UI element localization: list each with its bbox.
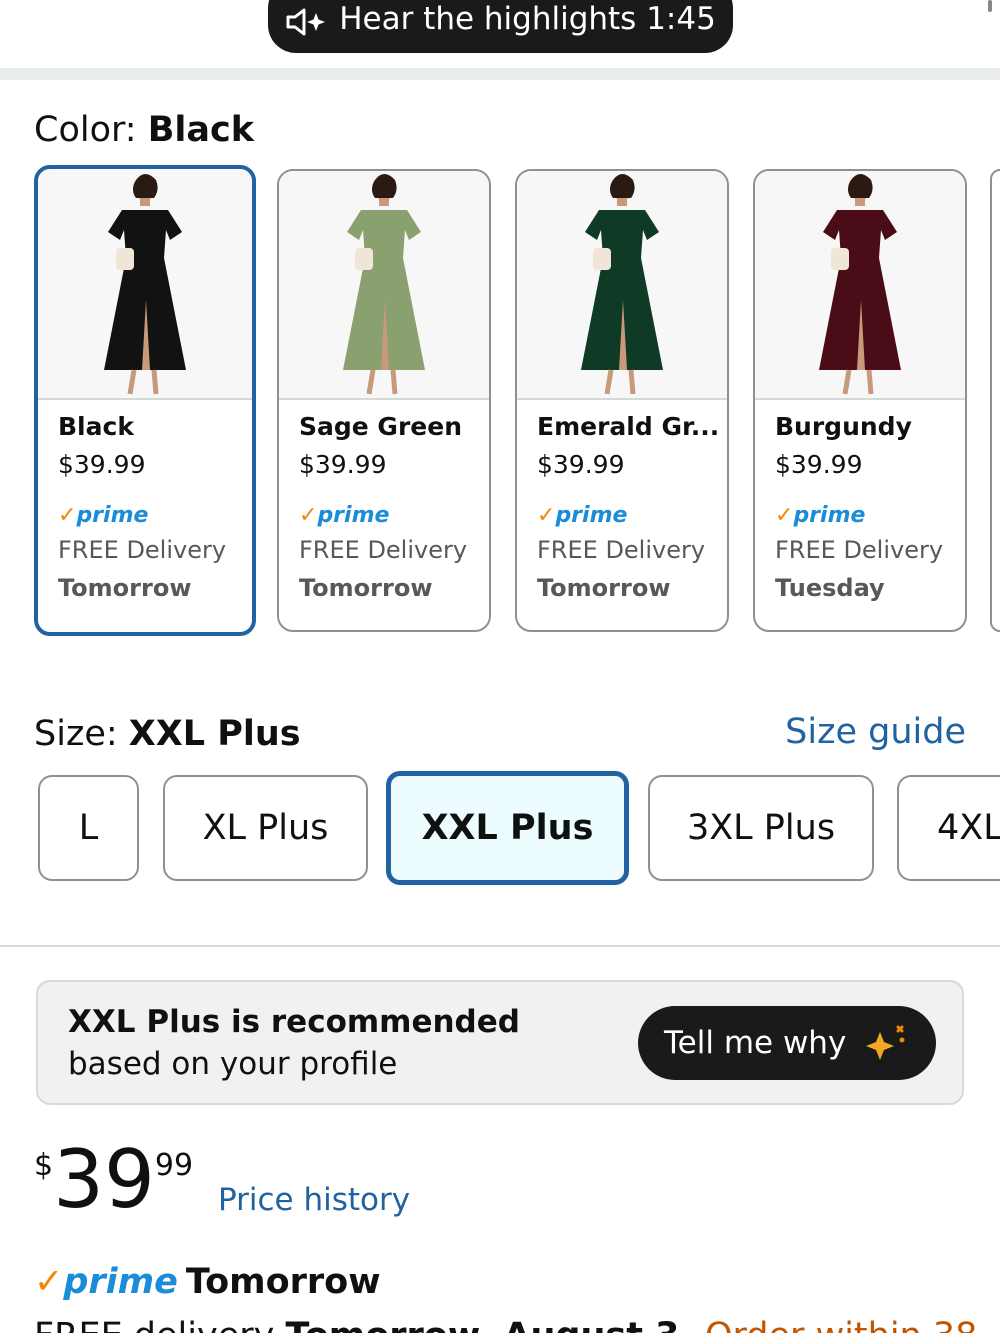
prime-badge: ✓ prime — [58, 490, 252, 536]
prime-logo: prime — [317, 502, 390, 528]
price-fraction: 99 — [154, 1148, 194, 1183]
product-image — [517, 171, 727, 400]
color-option-price: $39.99 — [537, 450, 625, 479]
color-heading-prefix: Color: — [34, 110, 148, 150]
size-option-label: 4XL — [937, 808, 1000, 848]
size-heading-prefix: Size: — [34, 714, 129, 754]
size-option-label: XXL Plus — [421, 808, 594, 848]
prime-badge: ✓ prime — [299, 490, 489, 536]
color-swatch-black[interactable]: Black $39.99 ✓ prime FREE Delivery Tomorrow — [34, 165, 256, 636]
order-within-text: Order within 38 — [705, 1316, 977, 1333]
product-image — [38, 169, 252, 400]
hear-highlights-button[interactable]: Hear the highlights 1:45 — [268, 0, 733, 53]
color-swatch-partial[interactable] — [990, 169, 1000, 632]
tell-me-why-button[interactable]: Tell me why — [638, 1006, 936, 1080]
prime-delivery-day: Tomorrow — [185, 1262, 381, 1302]
prime-logo: prime — [555, 502, 628, 528]
color-option-name: Emerald Gr... — [537, 412, 720, 441]
product-image — [755, 171, 965, 400]
delivery-text: FREE Delivery — [537, 536, 706, 564]
free-delivery-date: Tomorrow, August 3. — [285, 1316, 705, 1333]
size-option-xxl-plus[interactable]: XXL Plus — [386, 771, 629, 885]
section-divider — [0, 68, 1000, 80]
color-option-price: $39.99 — [299, 450, 387, 479]
prime-check-icon: ✓ — [537, 502, 556, 528]
price-history-link[interactable]: Price history — [218, 1182, 410, 1218]
color-option-price: $39.99 — [775, 450, 863, 479]
color-swatch-emerald-gr[interactable]: Emerald Gr... $39.99 ✓ prime FREE Delivery To… — [515, 169, 729, 632]
color-option-name: Sage Green — [299, 412, 462, 441]
delivery-day: Tomorrow — [58, 574, 192, 602]
color-option-name: Black — [58, 412, 134, 441]
prime-badge: ✓ prime — [775, 490, 965, 536]
size-option-xl-plus[interactable]: XL Plus — [163, 775, 368, 881]
delivery-day: Tuesday — [775, 574, 885, 602]
color-selected-value: Black — [147, 110, 255, 150]
prime-delivery-line: ✓ prime Tomorrow — [34, 1262, 381, 1302]
recommendation-subtitle: based on your profile — [68, 1046, 398, 1082]
size-option-l[interactable]: L — [38, 775, 139, 881]
color-heading: Color: Black — [34, 110, 254, 150]
free-delivery-text: FREE delivery — [34, 1316, 285, 1333]
product-image — [279, 171, 489, 400]
delivery-day: Tomorrow — [299, 574, 433, 602]
speaker-sparkle-icon — [285, 7, 327, 37]
price-display: $ 39 99 — [34, 1140, 193, 1220]
delivery-text: FREE Delivery — [299, 536, 468, 564]
delivery-day: Tomorrow — [537, 574, 671, 602]
prime-check-icon: ✓ — [34, 1262, 64, 1302]
size-guide-link[interactable]: Size guide — [785, 712, 966, 752]
free-delivery-line: FREE delivery Tomorrow, August 3. Order … — [34, 1316, 977, 1333]
color-swatch-sage-green[interactable]: Sage Green $39.99 ✓ prime FREE Delivery Tomor… — [277, 169, 491, 632]
scrollbar-thumb[interactable] — [988, 0, 992, 12]
size-selected-value: XXL Plus — [128, 714, 301, 754]
color-option-name: Burgundy — [775, 412, 912, 441]
prime-logo: prime — [76, 502, 149, 528]
prime-logo: prime — [793, 502, 866, 528]
hear-highlights-label: Hear the highlights 1:45 — [339, 1, 716, 37]
size-option-3xl-plus[interactable]: 3XL Plus — [648, 775, 874, 881]
price-currency: $ — [34, 1148, 54, 1183]
prime-logo: prime — [63, 1262, 178, 1302]
tell-me-why-label: Tell me why — [664, 1025, 847, 1061]
size-heading: Size: XXL Plus — [34, 714, 301, 754]
prime-check-icon: ✓ — [775, 502, 794, 528]
color-swatch-burgundy[interactable]: Burgundy $39.99 ✓ prime FREE Delivery Tuesday — [753, 169, 967, 632]
delivery-text: FREE Delivery — [775, 536, 944, 564]
size-option-4xl[interactable]: 4XL — [897, 775, 1000, 881]
color-option-price: $39.99 — [58, 450, 146, 479]
size-recommendation-card: XXL Plus is recommended based on your pr… — [36, 980, 964, 1105]
section-divider — [0, 945, 1000, 947]
price-whole: 39 — [53, 1133, 155, 1226]
size-option-label: L — [78, 808, 99, 848]
prime-check-icon: ✓ — [299, 502, 318, 528]
recommendation-title: XXL Plus is recommended — [68, 1004, 520, 1040]
sparkle-icon — [864, 1024, 910, 1062]
size-option-label: XL Plus — [202, 808, 329, 848]
size-option-label: 3XL Plus — [686, 808, 836, 848]
prime-check-icon: ✓ — [58, 502, 77, 528]
prime-badge: ✓ prime — [537, 490, 727, 536]
delivery-text: FREE Delivery — [58, 536, 227, 564]
